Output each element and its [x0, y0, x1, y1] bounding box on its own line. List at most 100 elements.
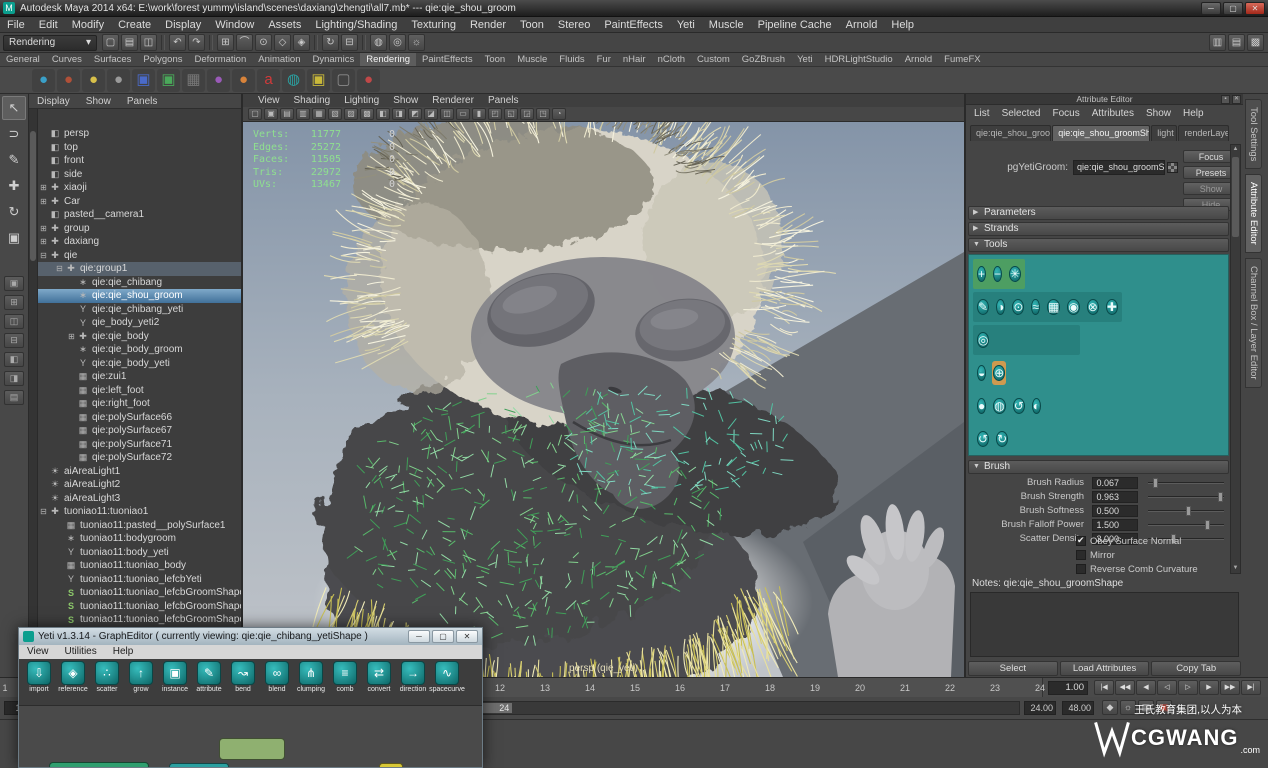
yeti-node-tool[interactable]: ↑ grow — [124, 661, 158, 703]
strands-section-header[interactable]: ▶ Strands — [968, 222, 1229, 236]
ipr-render-icon[interactable]: ◎ — [389, 34, 406, 51]
smooth-tool-icon[interactable]: ⊙ — [1011, 295, 1025, 319]
rotate-ccw-tool-icon[interactable]: ↺ — [976, 427, 990, 451]
checkbox-icon[interactable] — [1076, 536, 1086, 546]
outliner-item[interactable]: ▦ qie:right_foot — [38, 397, 241, 411]
rotate-tool-icon[interactable]: ↻ — [2, 200, 26, 224]
slider-handle[interactable] — [1218, 492, 1223, 502]
viewport-toolbar-icon[interactable]: ▭ — [456, 108, 470, 120]
viewport-menu-item[interactable]: Shading — [287, 94, 338, 107]
outliner-item[interactable]: ▦ qie:left_foot — [38, 384, 241, 398]
yeti-maximize-button[interactable]: ▢ — [432, 630, 454, 643]
outliner-item[interactable]: Y qie:qie_body_yeti — [38, 357, 241, 371]
step-back-frame-button[interactable]: ◀◀ — [1115, 680, 1135, 695]
rotate-cw-tool-icon[interactable]: ↻ — [995, 427, 1009, 451]
outliner-item[interactable]: ∗ qie:qie_body_groom — [38, 343, 241, 357]
outliner-item[interactable]: ◧ front — [38, 154, 241, 168]
graph-node[interactable] — [379, 763, 403, 767]
shelf-tab[interactable]: Surfaces — [88, 53, 138, 66]
viewport-3d-scene[interactable] — [243, 122, 964, 677]
select-button[interactable]: Select — [968, 661, 1058, 676]
lasso-tool-icon[interactable]: ⊃ — [2, 122, 26, 146]
animation-preferences-icon[interactable]: ☼ — [1120, 700, 1136, 715]
brush-parameter-field[interactable]: 1.500 — [1092, 519, 1138, 531]
brush-parameter-field[interactable]: 0.067 — [1092, 477, 1138, 489]
menubar-item[interactable]: Display — [158, 17, 208, 32]
go-to-start-button[interactable]: |◀ — [1094, 680, 1114, 695]
attribute-editor-menu-item[interactable]: Show — [1140, 106, 1177, 121]
graph-node[interactable] — [49, 762, 149, 767]
viewport-menu-item[interactable]: Lighting — [337, 94, 386, 107]
expand-toggle-icon[interactable]: ⊟ — [54, 264, 65, 273]
outliner-item[interactable]: ⊟ ✚ qie — [38, 249, 241, 263]
anim-end-field[interactable]: 48.00 — [1062, 701, 1094, 715]
move-tool-icon[interactable]: ✚ — [2, 174, 26, 198]
yeti-node-tool[interactable]: ◈ reference — [56, 661, 90, 703]
outliner-item[interactable]: ⊟ ✚ tuoniao11:tuoniao1 — [38, 505, 241, 519]
outliner-item[interactable]: ∗ qie:qie_chibang — [38, 276, 241, 290]
viewport-toolbar-icon[interactable]: ◔ — [552, 108, 566, 120]
shelf-light-ball-icon[interactable]: ● — [82, 69, 105, 92]
snap-point-icon[interactable]: ⊙ — [255, 34, 272, 51]
expand-toggle-icon[interactable]: ⊟ — [38, 251, 49, 260]
attribute-editor-tab[interactable]: qie:qie_shou_groomShape — [1052, 125, 1150, 141]
delete-strand-tool-icon[interactable]: − — [992, 262, 1003, 286]
brush-parameter-slider[interactable] — [1148, 505, 1224, 517]
viewport-toolbar-icon[interactable]: ◰ — [488, 108, 502, 120]
graph-node[interactable] — [219, 738, 285, 760]
shelf-tab[interactable]: Custom — [691, 53, 736, 66]
shelf-tab[interactable]: Curves — [46, 53, 88, 66]
outliner-item[interactable]: ▦ qie:polySurface67 — [38, 424, 241, 438]
menubar-item[interactable]: Assets — [261, 17, 308, 32]
yeti-node-tool[interactable]: → direction — [396, 661, 430, 703]
show-channel-box-icon[interactable]: ▥ — [1209, 34, 1226, 51]
shelf-tab[interactable]: Toon — [479, 53, 512, 66]
outliner-item[interactable]: ◧ side — [38, 168, 241, 182]
shelf-gray-box-icon[interactable]: ▢ — [332, 69, 355, 92]
separator[interactable] — [161, 35, 165, 50]
texture-swatch-icon[interactable] — [1167, 162, 1178, 173]
brush-parameter-field[interactable]: 0.500 — [1092, 505, 1138, 517]
panel-pin-icon[interactable]: ▪ — [1221, 95, 1230, 104]
menubar-item[interactable]: Yeti — [670, 17, 702, 32]
yeti-close-button[interactable]: ✕ — [456, 630, 478, 643]
open-scene-icon[interactable]: ▤ — [121, 34, 138, 51]
shelf-tab[interactable]: Arnold — [899, 53, 938, 66]
yeti-node-tool[interactable]: ⇄ convert — [362, 661, 396, 703]
shelf-render-globe-icon[interactable]: ● — [32, 69, 55, 92]
shelf-arnold-icon[interactable]: a — [257, 69, 280, 92]
outliner-item[interactable]: ▦ qie:polySurface66 — [38, 411, 241, 425]
outliner-item[interactable]: Y qie:qie_chibang_yeti — [38, 303, 241, 317]
yeti-minimize-button[interactable]: ─ — [408, 630, 430, 643]
viewport-toolbar-icon[interactable]: ▦ — [312, 108, 326, 120]
script-editor-icon[interactable]: ▤ — [1138, 700, 1154, 715]
viewport-toolbar-icon[interactable]: ▮ — [472, 108, 486, 120]
outliner-item[interactable]: ⊞ ✚ group — [38, 222, 241, 236]
checkbox-option[interactable]: Mirror — [1076, 549, 1115, 562]
viewport-toolbar-icon[interactable]: ▧ — [328, 108, 342, 120]
menubar-item[interactable]: PaintEffects — [597, 17, 670, 32]
close-button[interactable]: ✕ — [1245, 2, 1265, 15]
viewport-toolbar-icon[interactable]: ◫ — [440, 108, 454, 120]
shelf-tab[interactable]: FumeFX — [938, 53, 986, 66]
viewport-toolbar-icon[interactable]: ▩ — [360, 108, 374, 120]
brush-parameter-slider[interactable] — [1148, 519, 1224, 531]
outliner-item[interactable]: S tuoniao11:tuoniao_lefcbGroomShape_stra… — [38, 613, 241, 627]
outliner-item[interactable]: ▦ qie:zui1 — [38, 370, 241, 384]
outliner-item[interactable]: ∗ tuoniao11:bodygroom — [38, 532, 241, 546]
shelf-tab[interactable]: Rendering — [360, 53, 416, 66]
menubar-item[interactable]: Texturing — [404, 17, 463, 32]
panel-close-icon[interactable]: ✕ — [1232, 95, 1241, 104]
outliner-menu-item[interactable]: Panels — [119, 94, 166, 108]
outliner-item[interactable]: Y tuoniao11:body_yeti — [38, 546, 241, 560]
attribute-editor-header[interactable]: Attribute Editor — [966, 94, 1243, 105]
shelf-texture-icon[interactable]: ▦ — [182, 69, 205, 92]
outliner-item[interactable]: ◧ persp — [38, 127, 241, 141]
minimize-button[interactable]: ─ — [1201, 2, 1221, 15]
scrollbar-thumb[interactable] — [30, 131, 36, 261]
dock-tab[interactable]: Channel Box / Layer Editor — [1245, 258, 1262, 388]
expand-toggle-icon[interactable]: ⊞ — [66, 332, 77, 341]
shelf-tab[interactable]: Deformation — [189, 53, 253, 66]
yeti-node-tool[interactable]: ≡ comb — [328, 661, 362, 703]
viewport-toolbar-icon[interactable]: ◳ — [536, 108, 550, 120]
